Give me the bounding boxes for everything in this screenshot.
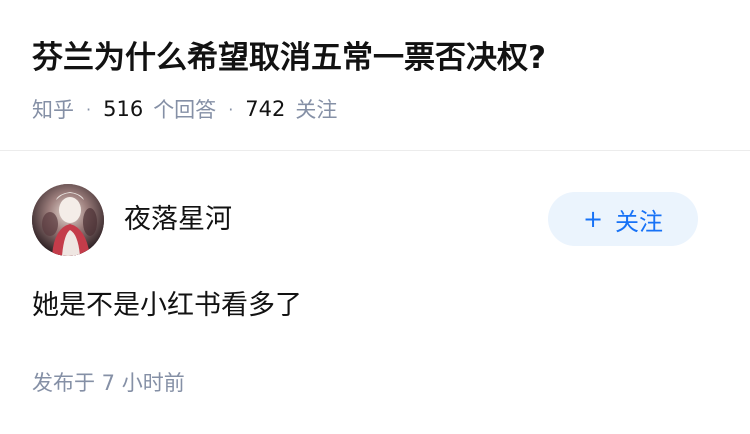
question-title[interactable]: 芬兰为什么希望取消五常一票否决权?: [32, 34, 546, 82]
publish-time: 发布于 7 小时前: [32, 371, 185, 395]
meta-separator: ·: [228, 99, 234, 119]
meta-separator: ·: [86, 99, 92, 119]
source-label[interactable]: 知乎: [32, 94, 74, 124]
question-header: 芬兰为什么希望取消五常一票否决权? 知乎 · 516 个回答 · 742 关注: [0, 0, 750, 151]
answer-card: 夜落星河 + 关注 她是不是小红书看多了 发布于 7 小时前: [0, 151, 750, 434]
answer-count: 516: [103, 97, 144, 121]
follow-count: 742: [245, 97, 286, 121]
avatar-image-icon: [32, 184, 104, 256]
question-meta: 知乎 · 516 个回答 · 742 关注: [32, 92, 337, 126]
page: 芬兰为什么希望取消五常一票否决权? 知乎 · 516 个回答 · 742 关注: [0, 0, 750, 434]
avatar[interactable]: [32, 184, 104, 256]
follow-count-label: 关注: [295, 98, 338, 122]
follow-button[interactable]: + 关注: [548, 192, 698, 246]
follow-button-label: 关注: [615, 207, 664, 236]
answer-count-label: 个回答: [153, 98, 217, 122]
plus-icon: +: [582, 205, 604, 233]
answer-content[interactable]: 她是不是小红书看多了: [32, 287, 302, 325]
author-name[interactable]: 夜落星河: [124, 203, 232, 237]
